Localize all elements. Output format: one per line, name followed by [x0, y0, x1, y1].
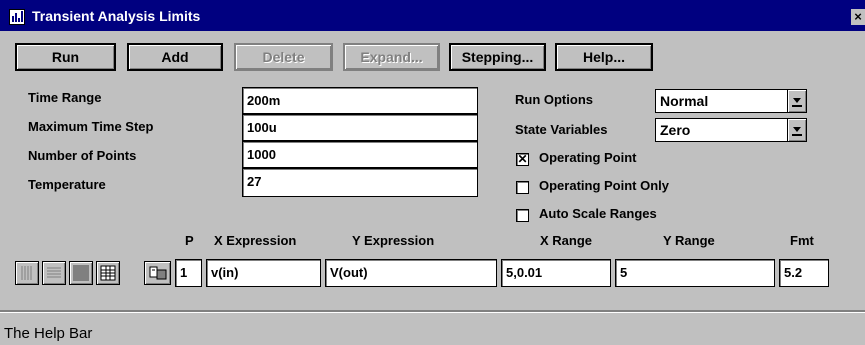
- row-y-expression-input[interactable]: V(out): [325, 259, 497, 287]
- max-time-step-input[interactable]: 100u: [242, 114, 478, 141]
- col-p-header: P: [185, 233, 194, 248]
- operating-point-only-label: Operating Point Only: [539, 178, 670, 193]
- number-of-points-input[interactable]: 1000: [242, 141, 478, 168]
- transient-analysis-window: Transient Analysis Limits × Run Add Dele…: [0, 0, 865, 345]
- temperature-input[interactable]: 27: [242, 168, 478, 197]
- run-options-value: Normal: [660, 93, 709, 109]
- delete-button[interactable]: Delete: [234, 43, 333, 71]
- help-bar: The Help Bar: [4, 325, 93, 342]
- window-title: Transient Analysis Limits: [32, 8, 201, 24]
- col-x-expression-header: X Expression: [214, 233, 297, 248]
- row-x-expression-input[interactable]: v(in): [206, 259, 321, 287]
- time-range-label: Time Range: [28, 90, 102, 105]
- clipboard-icon[interactable]: [144, 261, 171, 285]
- run-options-label: Run Options: [515, 92, 593, 107]
- col-x-range-header: X Range: [540, 233, 593, 248]
- expand-button[interactable]: Expand...: [343, 43, 440, 71]
- operating-point-only-checkbox[interactable]: [516, 181, 529, 194]
- col-fmt-header: Fmt: [790, 233, 814, 248]
- col-y-range-header: Y Range: [663, 233, 715, 248]
- auto-scale-label: Auto Scale Ranges: [539, 206, 657, 221]
- operating-point-label: Operating Point: [539, 150, 637, 165]
- grid-horizontal-icon[interactable]: [42, 261, 66, 285]
- title-bar: Transient Analysis Limits ×: [0, 0, 865, 31]
- help-button[interactable]: Help...: [555, 43, 653, 71]
- state-variables-select[interactable]: Zero: [655, 118, 807, 142]
- row-x-range-input[interactable]: 5,0.01: [501, 259, 611, 287]
- status-divider: [0, 310, 865, 313]
- table-icon[interactable]: [96, 261, 120, 285]
- run-button[interactable]: Run: [15, 43, 116, 71]
- stepping-button[interactable]: Stepping...: [449, 43, 546, 71]
- chevron-down-icon[interactable]: [787, 90, 806, 112]
- grid-vertical-icon[interactable]: [15, 261, 39, 285]
- row-y-range-input[interactable]: 5: [615, 259, 775, 287]
- row-p-input[interactable]: 1: [175, 259, 202, 287]
- operating-point-checkbox[interactable]: ✕: [516, 153, 529, 166]
- temperature-label: Temperature: [28, 177, 106, 192]
- chevron-down-icon[interactable]: [787, 119, 806, 141]
- run-options-select[interactable]: Normal: [655, 89, 807, 113]
- row-fmt-input[interactable]: 5.2: [779, 259, 829, 287]
- state-variables-value: Zero: [660, 122, 691, 138]
- add-button[interactable]: Add: [127, 43, 223, 71]
- auto-scale-checkbox[interactable]: [516, 209, 529, 222]
- state-variables-label: State Variables: [515, 122, 608, 137]
- time-range-input[interactable]: 200m: [242, 87, 478, 114]
- app-icon: [9, 9, 25, 25]
- solid-fill-icon[interactable]: [69, 261, 93, 285]
- close-icon[interactable]: ×: [851, 9, 865, 25]
- max-time-step-label: Maximum Time Step: [28, 119, 154, 134]
- col-y-expression-header: Y Expression: [352, 233, 435, 248]
- number-of-points-label: Number of Points: [28, 148, 137, 163]
